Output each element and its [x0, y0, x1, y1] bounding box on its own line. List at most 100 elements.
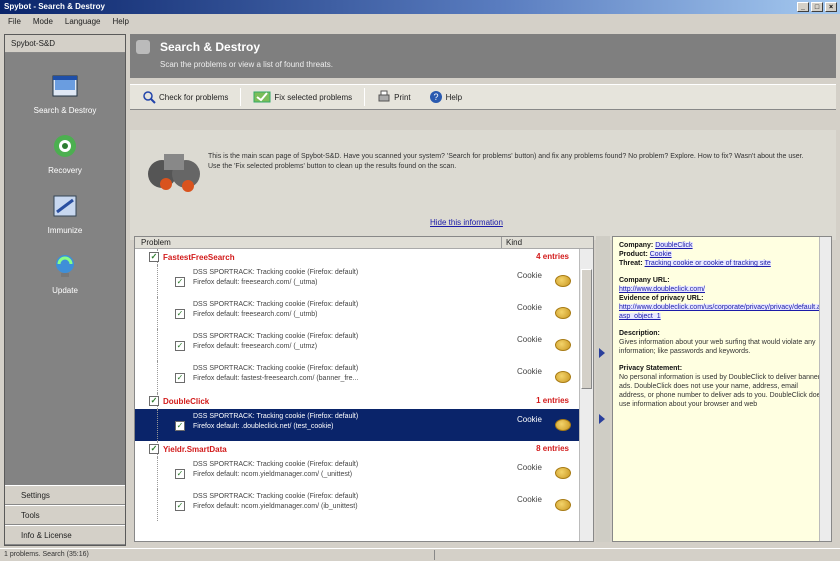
group-name: FastestFreeSearch: [163, 252, 235, 262]
sidebar-item-label: Search & Destroy: [33, 105, 97, 115]
problem-group[interactable]: ✓ DoubleClick 1 entries: [135, 393, 593, 409]
group-checkbox[interactable]: ✓: [149, 444, 159, 454]
panel-splitter[interactable]: [596, 236, 610, 542]
recovery-icon: [51, 132, 79, 160]
fix-icon: [253, 91, 271, 103]
row-checkbox[interactable]: ✓: [175, 309, 185, 319]
tree-line: [157, 457, 158, 489]
menu-language[interactable]: Language: [65, 14, 101, 30]
problem-row[interactable]: ✓ DSS SPORTRACK: Tracking cookie (Firefox…: [135, 265, 593, 297]
problem-row[interactable]: ✓ DSS SPORTRACK: Tracking cookie (Firefox…: [135, 329, 593, 361]
row-kind: Cookie: [517, 463, 542, 472]
cookie-icon: [555, 275, 571, 287]
group-checkbox[interactable]: ✓: [149, 252, 159, 262]
menu-help[interactable]: Help: [113, 14, 129, 30]
group-checkbox[interactable]: ✓: [149, 396, 159, 406]
row-checkbox[interactable]: ✓: [175, 421, 185, 431]
sidebar-bottom-tools[interactable]: Tools: [5, 505, 125, 525]
company-value[interactable]: DoubleClick: [655, 242, 693, 249]
sidebar-item-update[interactable]: Update: [10, 243, 120, 303]
row-location: Firefox default: .doubleclick.net/ (test…: [193, 423, 334, 430]
problem-row[interactable]: ✓ DSS SPORTRACK: Tracking cookie (Firefox…: [135, 489, 593, 521]
tree-line: [157, 361, 158, 393]
row-location: Firefox default: freesearch.com/ (_utmb): [193, 311, 318, 318]
row-location: Firefox default: ncom.yieldmanager.com/ …: [193, 471, 353, 478]
row-checkbox[interactable]: ✓: [175, 469, 185, 479]
problem-row[interactable]: ✓ DSS SPORTRACK: Tracking cookie (Firefox…: [135, 361, 593, 393]
problem-row[interactable]: ✓ DSS SPORTRACK: Tracking cookie (Firefox…: [135, 409, 593, 441]
check-problems-label: Check for problems: [159, 92, 229, 102]
group-count: 4 entries: [536, 252, 569, 261]
description-label: Description:: [619, 330, 660, 337]
intro-text: This is the main scan page of Spybot-S&D…: [208, 153, 804, 170]
row-title: DSS SPORTRACK: Tracking cookie (Firefox:…: [193, 333, 359, 340]
product-label: Product:: [619, 251, 648, 258]
maximize-button[interactable]: □: [811, 2, 823, 12]
problem-row[interactable]: ✓ DSS SPORTRACK: Tracking cookie (Firefox…: [135, 297, 593, 329]
expand-arrow-icon: [599, 414, 605, 424]
problem-group[interactable]: ✓ Yieldr.SmartData 8 entries: [135, 441, 593, 457]
print-label: Print: [394, 92, 411, 102]
problem-row[interactable]: ✓ DSS SPORTRACK: Tracking cookie (Firefox…: [135, 457, 593, 489]
row-checkbox[interactable]: ✓: [175, 373, 185, 383]
main-panel: Search & Destroy Scan the problems or vi…: [130, 34, 836, 546]
cookie-icon: [555, 307, 571, 319]
hide-information-link[interactable]: Hide this information: [430, 218, 503, 227]
row-kind: Cookie: [517, 367, 542, 376]
search-destroy-icon: [51, 72, 79, 100]
sidebar-header: Spybot-S&D: [5, 35, 125, 53]
row-title: DSS SPORTRACK: Tracking cookie (Firefox:…: [193, 413, 359, 420]
print-button[interactable]: Print: [371, 88, 416, 106]
help-icon: ?: [429, 91, 442, 103]
row-title: DSS SPORTRACK: Tracking cookie (Firefox:…: [193, 365, 359, 372]
title-bar: Spybot - Search & Destroy _ □ ×: [0, 0, 840, 14]
column-problem[interactable]: Problem: [135, 237, 501, 248]
group-name: DoubleClick: [163, 396, 210, 406]
tree-line: [157, 265, 158, 297]
row-location: Firefox default: fastest-freesearch.com/…: [193, 375, 359, 382]
help-label: Help: [445, 92, 463, 102]
company-url-label: Company URL:: [619, 277, 670, 284]
menu-file[interactable]: File: [8, 14, 21, 30]
list-header: Problem Kind: [135, 237, 593, 249]
problem-group[interactable]: ✓ FastestFreeSearch 4 entries: [135, 249, 593, 265]
minimize-button[interactable]: _: [797, 2, 809, 12]
row-kind: Cookie: [517, 495, 542, 504]
update-icon: [51, 252, 79, 280]
fix-problems-button[interactable]: Fix selected problems: [247, 88, 358, 106]
toolbar-separator: [364, 88, 366, 106]
problems-list[interactable]: Problem Kind ✓ FastestFreeSearch 4 entries…: [134, 236, 594, 542]
sidebar-item-immunize[interactable]: Immunize: [10, 183, 120, 243]
row-checkbox[interactable]: ✓: [175, 501, 185, 511]
list-scrollbar[interactable]: [579, 249, 593, 541]
svg-text:?: ?: [433, 92, 438, 102]
check-problems-button[interactable]: Check for problems: [136, 88, 234, 106]
cookie-icon: [555, 499, 571, 511]
threat-value: Tracking cookie or cookie of tracking si…: [644, 260, 771, 267]
tree-line: [157, 297, 158, 329]
sidebar-item-recovery[interactable]: Recovery: [10, 123, 120, 183]
privacy-url-link[interactable]: http://www.doubleclick.com/us/corporate/…: [619, 304, 831, 320]
cookie-icon: [555, 339, 571, 351]
help-button[interactable]: ? Help: [423, 88, 468, 106]
row-kind: Cookie: [517, 303, 542, 312]
company-url-link[interactable]: http://www.doubleclick.com/: [619, 286, 705, 293]
fix-problems-label: Fix selected problems: [274, 92, 353, 102]
threat-label: Threat:: [619, 260, 643, 267]
sidebar-item-label: Immunize: [47, 225, 83, 235]
row-checkbox[interactable]: ✓: [175, 277, 185, 287]
sidebar-bottom-settings[interactable]: Settings: [5, 485, 125, 505]
magnifier-icon: [143, 91, 156, 104]
intro-panel: This is the main scan page of Spybot-S&D…: [130, 130, 836, 240]
column-kind[interactable]: Kind: [501, 237, 593, 248]
group-count: 8 entries: [536, 444, 569, 453]
scrollbar-thumb[interactable]: [581, 269, 592, 389]
detail-scrollbar[interactable]: [819, 237, 831, 541]
menu-mode[interactable]: Mode: [33, 14, 53, 30]
close-button[interactable]: ×: [825, 2, 837, 12]
row-checkbox[interactable]: ✓: [175, 341, 185, 351]
sidebar-item-search-destroy[interactable]: Search & Destroy: [10, 63, 120, 123]
tree-line: [157, 489, 158, 521]
row-location: Firefox default: freesearch.com/ (_utmz): [193, 343, 318, 350]
sidebar-bottom-info-license[interactable]: Info & License: [5, 525, 125, 545]
